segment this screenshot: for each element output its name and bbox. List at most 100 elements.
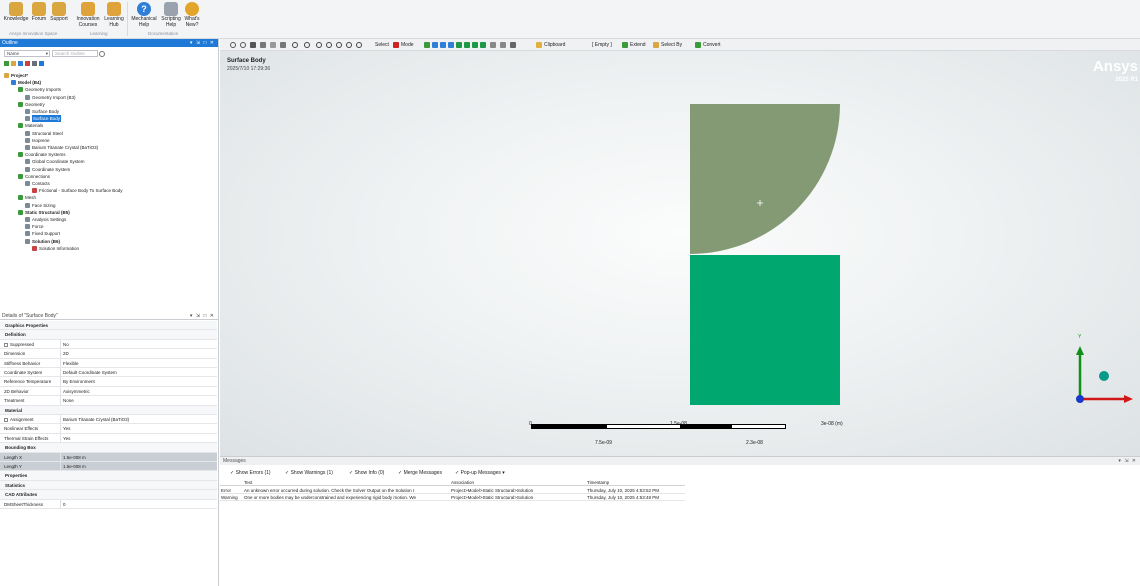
details-row[interactable]: Assignment Barium Titanate Crystal (BaTiO… — [0, 415, 217, 425]
details-value[interactable]: 1.5e-008 m — [63, 462, 86, 471]
extend-icon[interactable] — [622, 42, 628, 48]
tree-node[interactable]: Materials — [18, 122, 43, 129]
select-vertex-icon[interactable] — [424, 42, 430, 48]
show-warnings-toggle[interactable]: ✓ Show Warnings (1) — [285, 469, 333, 477]
details-value[interactable]: 0 — [63, 500, 66, 509]
tree-node[interactable]: Fixed Support — [25, 230, 60, 237]
zoom-icon[interactable] — [230, 42, 236, 48]
square-body[interactable] — [690, 255, 840, 405]
details-group-header[interactable]: Properties — [0, 471, 217, 481]
sort-icon[interactable] — [18, 61, 23, 66]
details-value[interactable]: Barium Titanate Crystal (BaTiO3) — [63, 415, 129, 424]
mechanical-help-button[interactable]: ? Mechanical Help — [129, 0, 159, 31]
details-group-header[interactable]: Bounding Box — [0, 443, 217, 453]
column-header-timestamp[interactable]: Timestamp — [587, 479, 609, 486]
tree-node[interactable]: Surface Body — [25, 115, 62, 123]
select-label[interactable]: Select — [375, 39, 389, 51]
details-group-header[interactable]: Material — [0, 405, 217, 415]
next-view-icon[interactable] — [356, 42, 362, 48]
details-value[interactable]: Yes — [63, 434, 70, 443]
convert-dropdown[interactable]: Convert — [703, 39, 721, 51]
tree-node[interactable]: Frictional - Surface Body To Surface Bod… — [32, 187, 122, 194]
details-group-header[interactable]: Statistics — [0, 480, 217, 491]
clipboard-dropdown[interactable]: Clipboard — [544, 39, 565, 51]
filter-icon[interactable] — [490, 42, 496, 48]
mode-dropdown[interactable]: Mode — [401, 39, 414, 51]
rotate-icon[interactable] — [260, 42, 266, 48]
tree-node[interactable]: Barium Titanate Crystal (BaTiO3) — [25, 144, 98, 151]
details-row[interactable]: Nonlinear Effects Yes — [0, 424, 217, 434]
forum-button[interactable]: Forum — [30, 0, 48, 31]
knowledge-button[interactable]: Knowledge — [1, 0, 31, 31]
show-errors-toggle[interactable]: ✓ Show Errors (1) — [230, 469, 271, 477]
details-row[interactable]: 2D Behavior Axisymmetric — [0, 386, 217, 397]
show-info-toggle[interactable]: ✓ Show Info (0) — [349, 469, 384, 477]
box-select-icon[interactable] — [510, 42, 516, 48]
message-row[interactable]: Warning One or more bodies may be underco… — [220, 494, 685, 501]
select-by-dropdown[interactable]: Select By — [661, 39, 682, 51]
whats-new-button[interactable]: What's New? — [182, 0, 202, 31]
tree-node[interactable]: Isoprene — [25, 137, 50, 144]
panel-controls[interactable]: ▾ ⇲ □ ✕ — [190, 39, 215, 47]
lasso-icon[interactable] — [500, 42, 506, 48]
magnifier-icon[interactable] — [336, 42, 342, 48]
zoom-in-icon[interactable] — [316, 42, 322, 48]
tree-node[interactable]: Face Sizing — [25, 202, 56, 209]
clipboard-icon[interactable] — [536, 42, 542, 48]
tree-node[interactable]: Geometry Imports — [18, 86, 61, 93]
settings-icon[interactable] — [39, 61, 44, 66]
select-body-icon[interactable] — [448, 42, 454, 48]
scripting-help-button[interactable]: Scripting Help — [159, 0, 183, 31]
innovation-courses-button[interactable]: Innovation Courses — [73, 0, 103, 31]
details-row[interactable]: Length Y 1.5e-008 m — [0, 462, 217, 472]
details-value[interactable]: Flexible — [63, 359, 79, 368]
tree-node[interactable]: Geometry Import (B3) — [25, 94, 76, 101]
details-value[interactable]: Default Coordinate System — [63, 368, 117, 377]
pan-icon[interactable] — [270, 42, 276, 48]
suppress-icon[interactable] — [11, 61, 16, 66]
column-header-association[interactable]: Association — [451, 479, 474, 486]
zoom-all-icon[interactable] — [326, 42, 332, 48]
details-group-header[interactable]: Graphics Properties — [0, 321, 217, 331]
zoom-box-icon[interactable] — [304, 42, 310, 48]
tree-node[interactable]: Static Structural (B5) — [18, 209, 70, 216]
tree-node[interactable]: Coordinate Systems — [18, 151, 66, 158]
details-value[interactable]: Yes — [63, 424, 70, 433]
convert-icon[interactable] — [695, 42, 701, 48]
learning-hub-button[interactable]: Learning Hub — [102, 0, 126, 31]
tree-filter-icon[interactable] — [4, 61, 9, 66]
details-value[interactable]: None — [63, 396, 74, 405]
details-value[interactable]: No — [63, 340, 69, 349]
tree-node[interactable]: Global Coordinate System — [25, 158, 85, 165]
details-row[interactable]: Stiffness Behavior Flexible — [0, 358, 217, 368]
select-node-icon[interactable] — [464, 42, 470, 48]
zoom-fit-icon[interactable] — [292, 42, 298, 48]
collapse-icon[interactable] — [32, 61, 37, 66]
details-row[interactable]: DMSheetThickness 0 — [0, 499, 217, 509]
details-value[interactable]: 1.5e-008 m — [63, 453, 86, 462]
search-icon[interactable] — [99, 51, 105, 57]
tree-node[interactable]: Contacts — [25, 180, 50, 187]
coordinate-triad[interactable] — [1070, 334, 1140, 404]
name-dropdown[interactable]: Name ▾ — [4, 50, 50, 57]
look-at-icon[interactable] — [280, 42, 286, 48]
tree-node[interactable]: Connections — [18, 173, 50, 180]
quarter-disk-body[interactable] — [690, 104, 840, 254]
select-by-icon[interactable] — [653, 42, 659, 48]
tree-node[interactable]: Solution (B6) — [25, 238, 60, 245]
checkbox[interactable] — [4, 342, 8, 347]
extend-dropdown[interactable]: Extend — [630, 39, 646, 51]
graphics-viewport[interactable]: Surface Body 2025/7/10 17:29:36 Ansys 20… — [220, 51, 1140, 456]
zoom-out-icon[interactable] — [240, 42, 246, 48]
details-row[interactable]: Suppressed No — [0, 339, 217, 350]
merge-messages-toggle[interactable]: ✓ Merge Messages — [398, 469, 442, 477]
details-group-header[interactable]: Definition — [0, 330, 217, 340]
popup-messages-toggle[interactable]: ✓ Pop-up Messages ▾ — [455, 469, 505, 477]
details-value[interactable]: By Environment — [63, 377, 95, 386]
select-elem-face-icon[interactable] — [480, 42, 486, 48]
details-row[interactable]: Dimension 2D — [0, 349, 217, 359]
checkbox[interactable] — [4, 417, 8, 422]
expand-icon[interactable] — [25, 61, 30, 66]
select-edge-icon[interactable] — [432, 42, 438, 48]
tree-node[interactable]: Structural Steel — [25, 130, 63, 137]
